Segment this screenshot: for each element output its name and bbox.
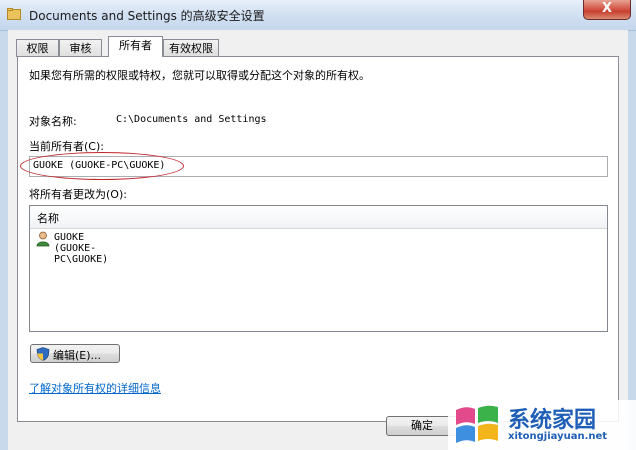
uac-shield-icon xyxy=(36,347,50,361)
column-name-label: 名称 xyxy=(37,212,59,225)
object-name-label: 对象名称: xyxy=(29,115,77,128)
user-icon xyxy=(36,231,50,247)
title-bar: Documents and Settings 的高级安全设置 X xyxy=(0,0,636,31)
tab-auditing[interactable]: 审核 xyxy=(59,39,102,57)
tab-permissions[interactable]: 权限 xyxy=(16,39,59,57)
watermark-name: 系统家园 xyxy=(508,408,597,433)
folder-icon xyxy=(7,8,21,20)
edit-button[interactable]: 编辑(E)... xyxy=(30,344,120,363)
watermark-url: xitongjiayuan.net xyxy=(508,431,608,442)
change-owner-label: 将所有者更改为(O): xyxy=(29,188,127,201)
learn-more-link[interactable]: 了解对象所有权的详细信息 xyxy=(29,380,161,396)
list-column-header[interactable]: 名称 xyxy=(30,206,607,229)
tab-effective-permissions[interactable]: 有效权限 xyxy=(163,39,219,57)
close-button[interactable]: X xyxy=(583,0,631,20)
intro-text: 如果您有所需的权限或特权，您就可以取得或分配这个对象的所有权。 xyxy=(29,69,370,82)
annotation-ellipse xyxy=(20,152,184,180)
watermark-logo: 系统家园 xitongjiayuan.net xyxy=(448,400,636,450)
tab-owner[interactable]: 所有者 xyxy=(108,36,163,57)
object-name-value: C:\Documents and Settings xyxy=(116,114,267,125)
windows-logo-icon xyxy=(456,405,498,443)
edit-button-label: 编辑(E)... xyxy=(53,349,102,362)
list-item-label: GUOKE (GUOKE-PC\GUOKE) xyxy=(54,232,109,265)
owner-candidates-list[interactable]: 名称 GUOKE (GUOKE-PC\GUOKE) xyxy=(29,205,608,332)
window-title: Documents and Settings 的高级安全设置 xyxy=(29,9,265,23)
